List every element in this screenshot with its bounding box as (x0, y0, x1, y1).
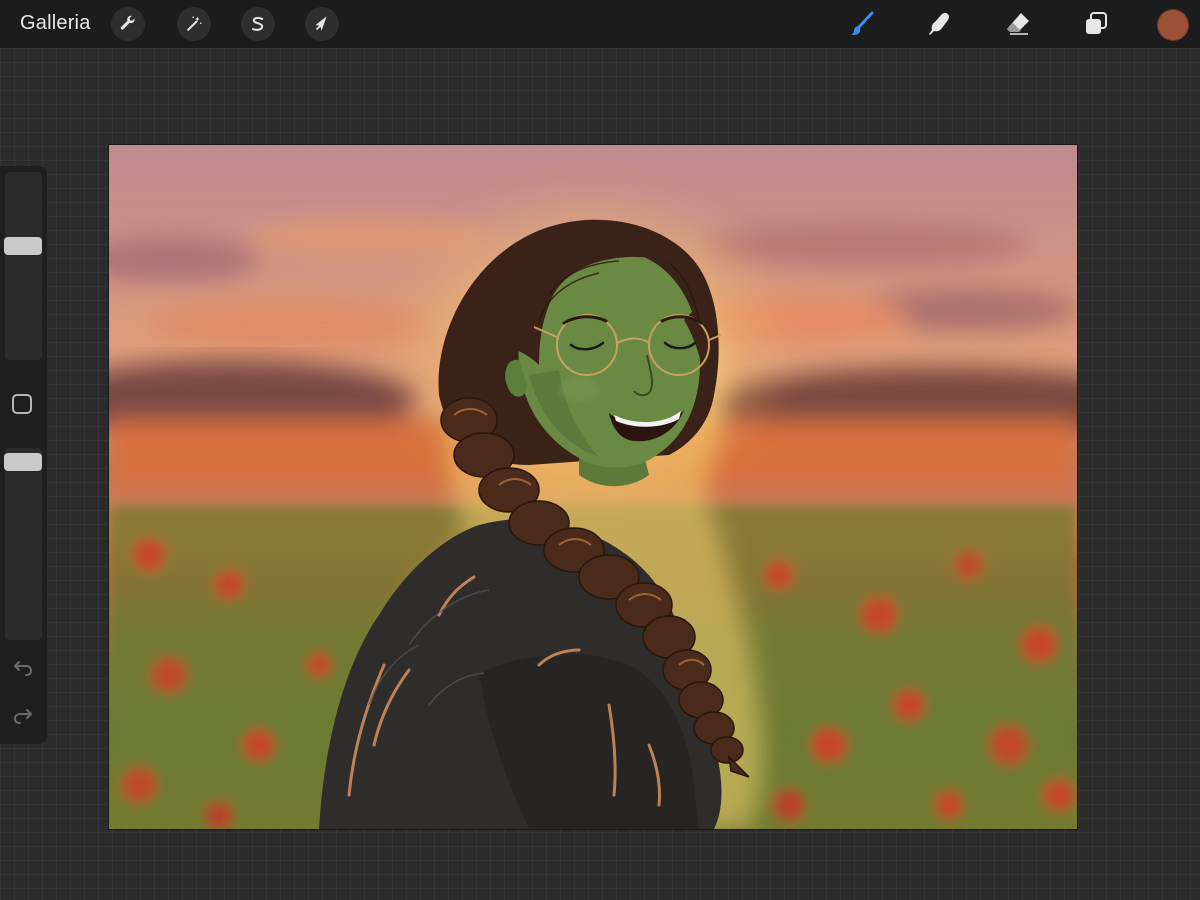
arrow-cursor-icon (315, 16, 327, 31)
adjustments-button[interactable] (177, 7, 211, 41)
brush-size-thumb[interactable] (4, 236, 42, 255)
selection-s-icon (252, 16, 264, 31)
opacity-slider[interactable] (4, 448, 42, 640)
brush-icon (851, 11, 874, 35)
eraser-tool-button[interactable] (1002, 8, 1034, 40)
brush-size-slider[interactable] (4, 172, 42, 360)
left-sidebar (0, 166, 47, 744)
selection-button[interactable] (241, 7, 275, 41)
eraser-icon (1007, 13, 1029, 35)
magic-wand-icon (187, 16, 202, 31)
top-toolbar: Galleria (0, 0, 1200, 48)
brush-tool-button[interactable] (846, 8, 878, 40)
opacity-thumb[interactable] (4, 453, 42, 472)
undo-icon[interactable] (12, 656, 34, 678)
layers-icon (1086, 12, 1107, 34)
artwork-illustration (109, 145, 1077, 829)
actions-button[interactable] (111, 7, 145, 41)
smudge-tool-button[interactable] (924, 8, 956, 40)
modify-button[interactable] (12, 394, 32, 414)
color-picker-button[interactable] (1157, 9, 1189, 41)
smudge-finger-icon (929, 12, 950, 35)
drawing-canvas[interactable] (109, 145, 1077, 829)
gallery-button[interactable]: Galleria (20, 12, 91, 35)
layers-button[interactable] (1080, 8, 1112, 40)
wrench-icon (120, 15, 135, 30)
redo-icon[interactable] (12, 704, 34, 726)
transform-button[interactable] (305, 7, 339, 41)
